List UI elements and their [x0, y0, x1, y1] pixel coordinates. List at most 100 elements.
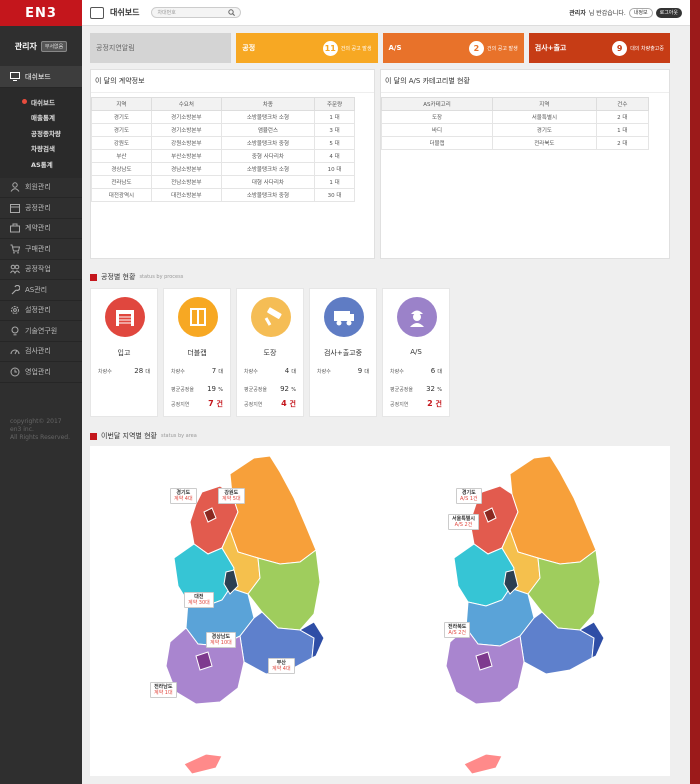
avg-rate: 92	[280, 385, 289, 393]
process-name: 더블캡	[187, 349, 207, 357]
stat-count: 9	[612, 40, 628, 56]
submenu-item-as-stats[interactable]: AS통계	[0, 156, 82, 172]
sidebar-item-research[interactable]: 기술연구원	[0, 321, 82, 342]
row-label: 차량수	[317, 369, 331, 375]
table-cell: 도장	[380, 110, 494, 124]
sidebar-item-sales[interactable]: 영업관리	[0, 362, 82, 383]
region-label[interactable]: 서울특별시 A/S 2건	[448, 514, 480, 530]
submenu-item-sales[interactable]: 매출통계	[0, 110, 82, 126]
table-row[interactable]: 바디 경기도 1 대	[380, 123, 650, 137]
sidebar-item-dashboard[interactable]: 대쉬보드	[0, 66, 82, 88]
logo[interactable]: EN3	[0, 0, 82, 26]
sidebar-item-contract[interactable]: 계약관리	[0, 219, 82, 239]
sidebar-item-as[interactable]: AS관리	[0, 280, 82, 301]
table-row[interactable]: 전라남도 전남소방본부 대형 사다리차 1 대	[91, 175, 355, 189]
column-header: 수요처	[150, 97, 222, 111]
table-cell: 5 대	[314, 136, 355, 150]
table-row[interactable]: 대전광역시 대전소방본부 소방물탱크차 중형 30 대	[91, 188, 355, 202]
region-label[interactable]: 경상남도 계약 10대	[206, 632, 236, 648]
region-value: 계약 30대	[188, 600, 210, 606]
table-cell: 소방물탱크차 소형	[220, 110, 316, 124]
submenu-label: AS통계	[31, 160, 53, 169]
submenu-item-process-vehicle[interactable]: 공정종차량	[0, 125, 82, 141]
vehicles-count: 9	[357, 367, 363, 375]
roller-icon	[251, 297, 291, 337]
cart-icon	[10, 244, 20, 254]
search-input[interactable]: 차대번호	[151, 7, 242, 18]
column-header: 지역	[492, 97, 597, 111]
table-cell: 경기도	[91, 123, 152, 137]
process-card[interactable]: A/S 차량수 6 대 평균공정율 32 % 공정지연 2 건	[382, 288, 450, 417]
search-icon[interactable]	[228, 9, 236, 16]
map-region[interactable]	[183, 753, 223, 775]
process-card[interactable]: 입고 차량수 28 대	[90, 288, 158, 417]
region-map-panel: 경기도 계약 4대 강원도 계약 5대대전 계약 30대경상남도 계약 10대부산 계약 4…	[90, 446, 670, 776]
sidebar-item-label: AS관리	[25, 285, 48, 294]
region-label[interactable]: 전라남도 계약 1대	[150, 682, 177, 698]
stat-process[interactable]: 공정 11 건의 공고 발생	[236, 33, 378, 63]
map-region[interactable]	[463, 753, 503, 775]
stat-label: 건의 공고 발생	[340, 45, 372, 52]
table-row[interactable]: 강원도 강원소방본부 소방물탱크차 중형 5 대	[91, 136, 355, 150]
submenu-label: 대쉬보드	[31, 98, 55, 107]
process-card[interactable]: 더블캡 차량수 7 대 평균공정율 19 % 공정지연 7 건	[163, 288, 231, 417]
copyright: copyright© 2017 en3 inc. All Rights Rese…	[10, 418, 70, 442]
table-row[interactable]: 경상남도 경남소방본부 소방물탱크차 소형 10 대	[91, 162, 355, 176]
region-label[interactable]: 강원도 계약 5대	[218, 488, 245, 504]
unit: 대	[437, 369, 442, 375]
sidebar-item-process-work[interactable]: 공정작업	[0, 260, 82, 280]
sidebar-submenu: 대쉬보드 매출통계 공정종차량 차량검색 AS통계	[0, 88, 82, 178]
table-row[interactable]: 경기도 경기소방본부 앰뷸런스 3 대	[91, 123, 355, 137]
user-name: 관리자	[14, 41, 37, 51]
stat-count: 2	[468, 40, 484, 56]
table-cell: 앰뷸런스	[220, 123, 316, 137]
submenu-item-dashboard[interactable]: 대쉬보드	[0, 94, 82, 110]
map-region[interactable]	[229, 455, 317, 565]
avg-rate: 19	[207, 385, 216, 393]
stat-inspection[interactable]: 검사+출고 9 대의 차량출고중	[528, 33, 670, 63]
logout-button[interactable]: 로그아웃	[655, 7, 682, 18]
delay-count: 4	[281, 399, 287, 408]
avg-row: 평균공정율 92 %	[244, 385, 296, 393]
as-category-panel: 이 달의 A/S 카테고리별 현황 AS카테고리 지역 건수 도장 서울특별시 2 …	[380, 69, 670, 259]
process-section-title: 공정별 현황 status by process	[90, 272, 183, 282]
sidebar-item-members[interactable]: 회원관리	[0, 178, 82, 198]
region-label[interactable]: 전라북도 A/S 2건	[444, 622, 471, 638]
sidebar-item-purchase[interactable]: 구매관리	[0, 239, 82, 260]
table-cell: 강원소방본부	[150, 136, 222, 150]
delay-count: 7	[208, 399, 214, 408]
region-value: A/S 1건	[460, 496, 478, 502]
column-header: 차종	[220, 97, 316, 111]
greeting-text: 님 반갑습니다.	[588, 10, 626, 17]
as-category-table: AS카테고리 지역 건수 도장 서울특별시 2 대 바디 경기도 1 대 더블캡 전라북도 2 …	[380, 97, 650, 150]
table-cell: 경기도	[91, 110, 152, 124]
map-region[interactable]	[509, 455, 597, 565]
submenu-item-vehicle-search[interactable]: 차량검색	[0, 141, 82, 157]
process-name: 입고	[117, 349, 131, 357]
section-subtitle: status by process	[139, 274, 184, 280]
table-row[interactable]: 경기도 경기소방본부 소방물탱크차 소형 1 대	[91, 110, 355, 124]
table-cell: 경남소방본부	[150, 162, 222, 176]
sidebar-item-settings[interactable]: 설정관리	[0, 301, 82, 321]
sidebar-item-process[interactable]: 공정관리	[0, 198, 82, 219]
sidebar-menu-rest: 회원관리 공정관리 계약관리 구매관리 공정작업 AS관리 설정관리 기술연구원…	[0, 178, 82, 383]
sidebar-item-inspection[interactable]: 검사관리	[0, 342, 82, 362]
process-card[interactable]: 검사+출고중 차량수 9 대	[309, 288, 377, 417]
unit: 대	[291, 369, 296, 375]
search-placeholder: 차대번호	[157, 10, 176, 16]
truck-icon	[324, 297, 364, 337]
stat-as[interactable]: A/S 2 건의 공고 발생	[382, 33, 524, 63]
table-row[interactable]: 도장 서울특별시 2 대	[380, 110, 650, 124]
process-card[interactable]: 도장 차량수 4 대 평균공정율 92 % 공정지연 4 건	[236, 288, 304, 417]
region-label[interactable]: 대전 계약 30대	[184, 592, 214, 608]
table-row[interactable]: 부산 부산소방본부 중형 사다리차 4 대	[91, 149, 355, 163]
region-label[interactable]: 경기도 계약 4대	[170, 488, 197, 504]
table-row[interactable]: 더블캡 전라북도 2 대	[380, 136, 650, 150]
avg-row: 평균공정율 32 %	[390, 385, 442, 393]
my-info-button[interactable]: 내정보	[628, 7, 653, 18]
table-cell: 30 대	[314, 188, 355, 202]
vehicles-count: 7	[211, 367, 217, 375]
stat-process-delay[interactable]: 공정지연알림	[90, 33, 232, 63]
region-label[interactable]: 부산 계약 4대	[268, 658, 295, 674]
region-label[interactable]: 경기도 A/S 1건	[456, 488, 482, 504]
